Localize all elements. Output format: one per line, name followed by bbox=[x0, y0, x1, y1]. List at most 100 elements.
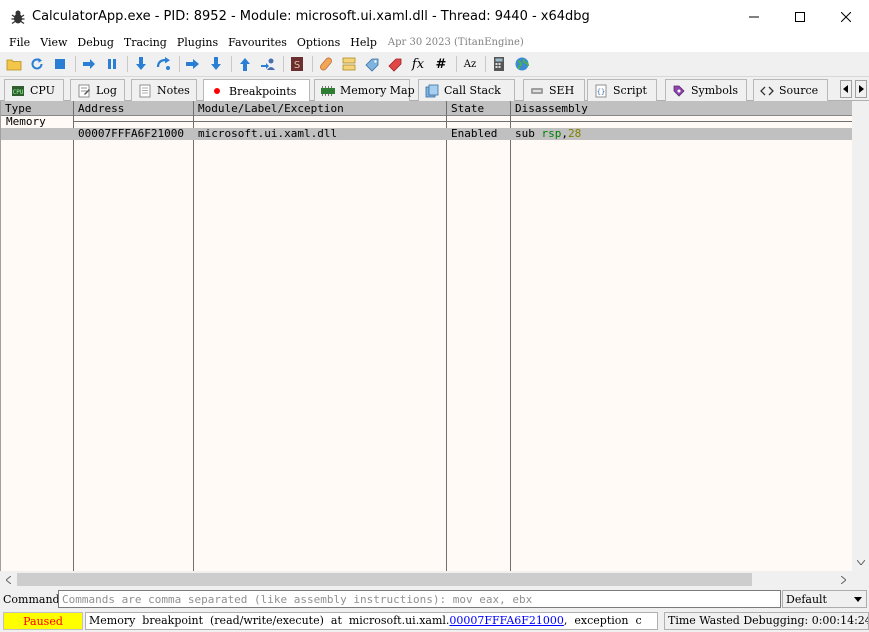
menu-plugins[interactable]: Plugins bbox=[172, 36, 223, 49]
chevron-right-icon bbox=[841, 575, 846, 584]
column-header-module[interactable]: Module/Label/Exception bbox=[194, 101, 447, 116]
menu-options[interactable]: Options bbox=[292, 36, 345, 49]
toolbar-separator bbox=[231, 56, 232, 72]
build-date: Apr 30 2023 (TitanEngine) bbox=[387, 37, 524, 48]
command-mode-select[interactable]: Default bbox=[782, 590, 867, 608]
toolbar-separator bbox=[456, 56, 457, 72]
chevron-left-icon bbox=[6, 575, 11, 584]
script-tab-icon: {} bbox=[594, 84, 608, 98]
window-title: CalculatorApp.exe - PID: 8952 - Module: … bbox=[32, 9, 590, 24]
table-row[interactable]: 00007FFFA6F21000 microsoft.ui.xaml.dll E… bbox=[1, 128, 853, 140]
log-icon bbox=[77, 84, 91, 98]
cell-module: microsoft.ui.xaml.dll bbox=[198, 127, 338, 140]
web-icon[interactable] bbox=[513, 55, 531, 73]
command-label: Command: bbox=[3, 593, 64, 606]
notes-icon bbox=[138, 84, 152, 98]
cell-state: Enabled bbox=[451, 127, 498, 140]
status-bar: Paused Memory breakpoint (read/write/exe… bbox=[0, 610, 869, 632]
execute-till-return-icon[interactable] bbox=[236, 55, 254, 73]
patch-icon[interactable] bbox=[317, 55, 335, 73]
scroll-down-button[interactable] bbox=[852, 554, 869, 571]
trace-into-icon[interactable] bbox=[184, 55, 202, 73]
stop-icon[interactable] bbox=[51, 55, 69, 73]
tab-breakpoints[interactable]: Breakpoints bbox=[203, 79, 310, 102]
group-label: Memory bbox=[6, 115, 46, 128]
menu-view[interactable]: View bbox=[35, 36, 72, 49]
menu-debug[interactable]: Debug bbox=[72, 36, 119, 49]
disasm-immediate: 28 bbox=[568, 127, 582, 140]
tab-memory-map[interactable]: Memory Map bbox=[314, 79, 415, 101]
close-icon bbox=[841, 11, 851, 22]
restart-icon[interactable] bbox=[28, 55, 46, 73]
source-icon bbox=[760, 84, 774, 98]
tab-log[interactable]: Log bbox=[70, 79, 125, 101]
command-input[interactable] bbox=[58, 590, 781, 608]
chevron-down-icon bbox=[856, 560, 865, 565]
column-header-disassembly[interactable]: Disassembly bbox=[511, 101, 853, 116]
menu-favourites[interactable]: Favourites bbox=[223, 36, 292, 49]
function-icon[interactable]: fx bbox=[409, 55, 427, 73]
toolbar-separator bbox=[312, 56, 313, 72]
command-bar: Command: Default bbox=[0, 588, 869, 610]
toolbar: S fx # Az bbox=[0, 52, 869, 77]
tab-symbols[interactable]: Symbols bbox=[665, 79, 747, 101]
step-over-icon[interactable] bbox=[155, 55, 173, 73]
tab-scroll-left-button[interactable] bbox=[840, 80, 852, 98]
run-icon[interactable] bbox=[80, 55, 98, 73]
group-separator bbox=[74, 121, 853, 122]
run-to-user-code-icon[interactable] bbox=[259, 55, 277, 73]
column-divider bbox=[73, 116, 74, 571]
column-header-address[interactable]: Address bbox=[74, 101, 194, 116]
memory-map-icon bbox=[321, 84, 335, 98]
status-message-suffix: , exception c bbox=[563, 614, 642, 627]
menu-file[interactable]: File bbox=[4, 36, 35, 49]
strings-icon[interactable]: Az bbox=[461, 55, 479, 73]
svg-text:CPU: CPU bbox=[13, 89, 24, 96]
vertical-scrollbar[interactable] bbox=[852, 101, 869, 571]
toolbar-separator bbox=[75, 56, 76, 72]
seh-icon bbox=[530, 84, 544, 98]
column-divider bbox=[193, 116, 194, 571]
menu-help[interactable]: Help bbox=[345, 36, 382, 49]
cell-disassembly: sub rsp,28 bbox=[511, 128, 853, 140]
column-header-state[interactable]: State bbox=[447, 101, 511, 116]
cpu-icon: CPU bbox=[11, 84, 25, 98]
trace-over-icon[interactable] bbox=[207, 55, 225, 73]
scroll-left-button[interactable] bbox=[0, 571, 17, 588]
open-icon[interactable] bbox=[5, 55, 23, 73]
scroll-right-button[interactable] bbox=[835, 571, 852, 588]
tab-notes[interactable]: Notes bbox=[131, 79, 197, 101]
chevron-right-icon bbox=[859, 85, 864, 93]
variables-icon[interactable]: # bbox=[432, 55, 450, 73]
disasm-mnemonic: sub bbox=[515, 127, 535, 140]
horizontal-scrollbar[interactable] bbox=[0, 571, 869, 588]
column-header-type[interactable]: Type bbox=[1, 101, 74, 116]
menu-tracing[interactable]: Tracing bbox=[119, 36, 172, 49]
menu-bar: File View Debug Tracing Plugins Favourit… bbox=[0, 33, 869, 52]
scroll-thumb[interactable] bbox=[17, 573, 752, 586]
debug-state-badge: Paused bbox=[3, 612, 83, 630]
status-address-link[interactable]: 00007FFFA6F21000 bbox=[449, 614, 564, 627]
tab-scroll-right-button[interactable] bbox=[855, 80, 867, 98]
maximize-button[interactable] bbox=[777, 0, 823, 33]
tab-seh[interactable]: SEH bbox=[523, 79, 585, 101]
tab-cpu[interactable]: CPU CPU bbox=[4, 79, 64, 101]
step-into-icon[interactable] bbox=[132, 55, 150, 73]
breakpoints-view[interactable]: Type Address Module/Label/Exception Stat… bbox=[0, 101, 869, 571]
script-icon[interactable]: S bbox=[288, 55, 306, 73]
pause-icon[interactable] bbox=[103, 55, 121, 73]
tab-call-stack[interactable]: Call Stack bbox=[418, 79, 515, 101]
close-button[interactable] bbox=[823, 0, 869, 33]
toolbar-separator bbox=[283, 56, 284, 72]
disasm-separator: , bbox=[561, 127, 568, 140]
minimize-button[interactable] bbox=[731, 0, 777, 33]
calculator-icon[interactable] bbox=[490, 55, 508, 73]
toolbar-separator bbox=[179, 56, 180, 72]
tab-source[interactable]: Source bbox=[753, 79, 828, 101]
bookmark-icon[interactable] bbox=[386, 55, 404, 73]
label-icon[interactable] bbox=[363, 55, 381, 73]
comment-icon[interactable] bbox=[340, 55, 358, 73]
svg-text:{}: {} bbox=[597, 88, 605, 96]
tab-script[interactable]: {} Script bbox=[587, 79, 657, 101]
command-mode-value: Default bbox=[786, 592, 827, 606]
